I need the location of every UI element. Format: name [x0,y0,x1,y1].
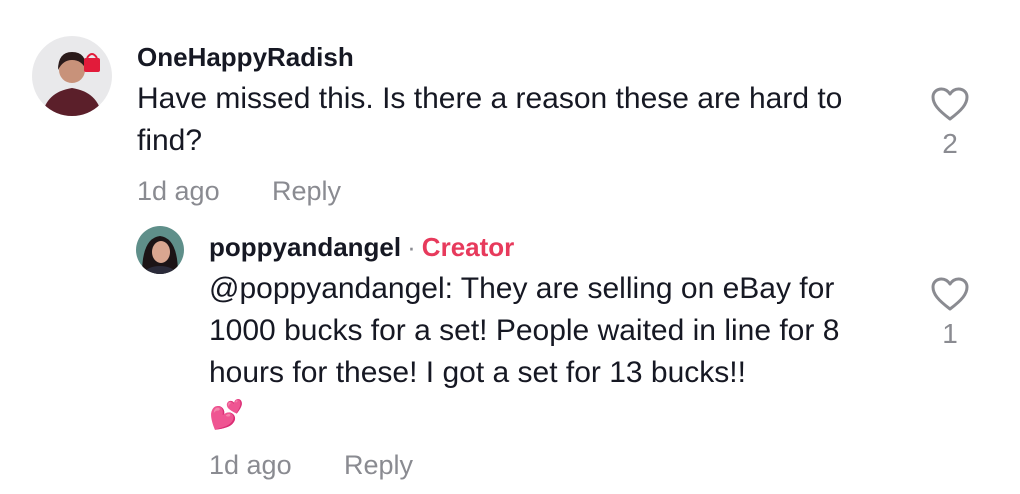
heart-outline-icon[interactable] [930,86,970,122]
avatar[interactable] [136,226,184,274]
reply-button[interactable]: Reply [344,450,413,481]
like-control[interactable]: 1 [920,276,980,350]
avatar-image-icon [32,36,112,116]
comment-text: Have missed this. Is there a reason thes… [137,82,843,157]
creator-badge: Creator [421,232,515,262]
like-count: 1 [942,318,958,349]
heart-outline-icon[interactable] [930,276,970,312]
avatar[interactable] [32,36,112,116]
reply-timestamp: 1d ago [209,450,292,480]
like-control[interactable]: 2 [920,86,980,160]
comment-username[interactable]: OneHappyRadish [137,42,354,73]
reply-username[interactable]: poppyandangel [209,232,401,262]
reply-item: poppyandangel · Creator @poppyandangel: Th… [0,220,1020,494]
reply-emoji: 💕 [209,399,244,430]
comment-item: OneHappyRadish Have missed this. Is ther… [0,0,1020,220]
comment-timestamp: 1d ago [137,176,220,206]
like-count: 2 [942,128,958,159]
avatar-image-icon [136,226,184,274]
separator-dot: · [407,232,416,262]
reply-header: poppyandangel · Creator [209,232,514,263]
reply-text: @poppyandangel: They are selling on eBay… [209,272,840,389]
reply-button[interactable]: Reply [272,176,341,207]
